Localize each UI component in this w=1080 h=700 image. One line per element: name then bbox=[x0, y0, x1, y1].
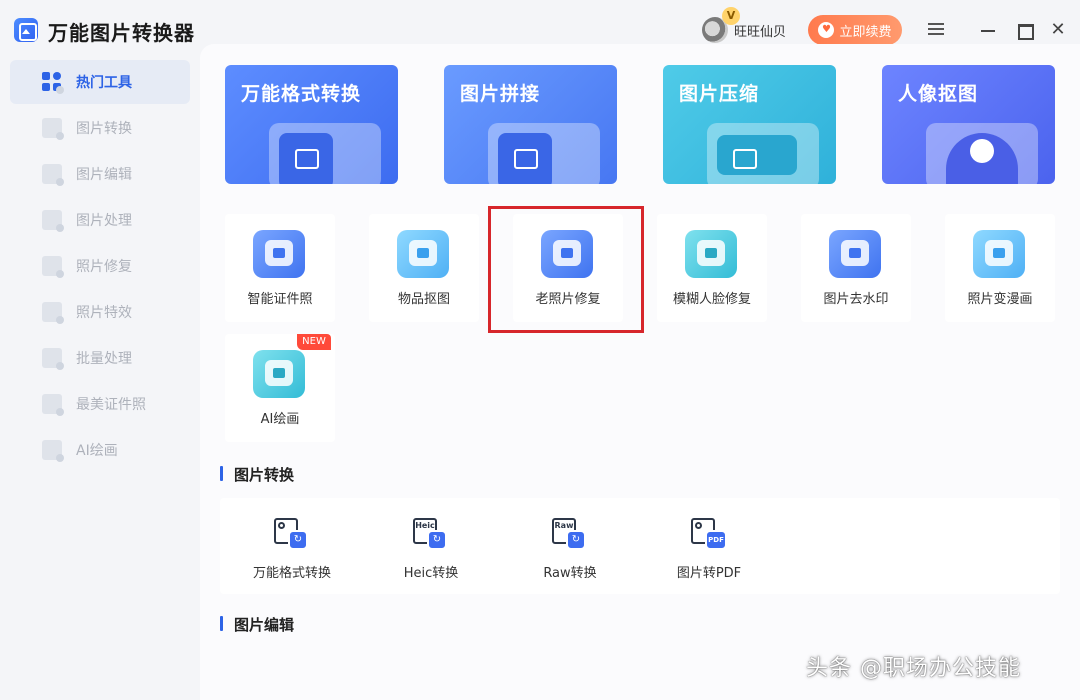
sidebar: 热门工具 图片转换 图片编辑 图片处理 照片修复 照片特效 批量处理 最美证件照… bbox=[0, 60, 200, 700]
image-process-icon bbox=[42, 210, 64, 232]
renew-button[interactable]: ♥ 立即续费 bbox=[808, 15, 902, 45]
main-content: 万能格式转换 图片拼接 图片压缩 人像抠图 智能证件照 物品抠图 老照片修复 模… bbox=[200, 44, 1080, 700]
sidebar-item-ai-drawing[interactable]: AI绘画 bbox=[10, 428, 190, 472]
conv-item-pdf[interactable]: PDF 图片转PDF bbox=[639, 498, 779, 594]
tool-photo-to-cartoon[interactable]: 照片变漫画 bbox=[945, 214, 1055, 322]
user-profile[interactable]: 旺旺仙贝 bbox=[702, 14, 786, 46]
sidebar-item-label: 批量处理 bbox=[76, 351, 132, 367]
tool-label: 物品抠图 bbox=[397, 292, 450, 307]
image-stitch-illustration-icon bbox=[488, 123, 600, 184]
banner-title: 图片拼接 bbox=[460, 83, 541, 105]
app-title: 万能图片转换器 bbox=[48, 21, 195, 45]
photo-effects-icon bbox=[42, 302, 64, 324]
face-download-icon bbox=[685, 230, 737, 278]
tool-remove-watermark[interactable]: 图片去水印 bbox=[801, 214, 911, 322]
tool-label: AI绘画 bbox=[260, 412, 300, 427]
banner-image-compress[interactable]: 图片压缩 bbox=[663, 65, 836, 184]
banner-portrait-cutout[interactable]: 人像抠图 bbox=[882, 65, 1055, 184]
conv-label: Heic转换 bbox=[403, 566, 459, 581]
heic-convert-icon: Heic ↻ bbox=[413, 518, 447, 550]
sidebar-item-image-convert[interactable]: 图片转换 bbox=[10, 106, 190, 150]
sidebar-item-photo-repair[interactable]: 照片修复 bbox=[10, 244, 190, 288]
format-convert-icon: ↻ bbox=[274, 518, 308, 550]
id-card-icon bbox=[253, 230, 305, 278]
banner-format-convert[interactable]: 万能格式转换 bbox=[225, 65, 398, 184]
close-icon[interactable]: ✕ bbox=[1048, 20, 1068, 40]
sidebar-item-batch[interactable]: 批量处理 bbox=[10, 336, 190, 380]
conv-label: 万能格式转换 bbox=[252, 566, 331, 581]
tool-smart-id-photo[interactable]: 智能证件照 bbox=[225, 214, 335, 322]
photo-repair-icon bbox=[42, 256, 64, 278]
sidebar-item-image-process[interactable]: 图片处理 bbox=[10, 198, 190, 242]
ai-pen-icon bbox=[253, 350, 305, 398]
username[interactable]: 旺旺仙贝 bbox=[734, 21, 786, 40]
banner-image-stitch[interactable]: 图片拼接 bbox=[444, 65, 617, 184]
sidebar-item-label: 图片编辑 bbox=[76, 167, 132, 183]
vip-badge: V bbox=[722, 7, 740, 25]
id-photo-icon bbox=[42, 394, 64, 416]
conv-item-heic[interactable]: Heic ↻ Heic转换 bbox=[361, 498, 501, 594]
tool-label: 模糊人脸修复 bbox=[672, 292, 751, 307]
sidebar-item-label: 照片特效 bbox=[76, 305, 132, 321]
portrait-illustration-icon bbox=[926, 123, 1038, 184]
maximize-icon[interactable] bbox=[1014, 20, 1034, 40]
vip-heart-icon: ♥ bbox=[818, 22, 835, 38]
sidebar-item-photo-effects[interactable]: 照片特效 bbox=[10, 290, 190, 334]
section-title-image-edit: 图片编辑 bbox=[220, 614, 294, 635]
conv-item-raw[interactable]: Raw ↻ Raw转换 bbox=[500, 498, 640, 594]
tool-label: 智能证件照 bbox=[247, 292, 313, 307]
sidebar-item-hot-tools[interactable]: 热门工具 bbox=[10, 60, 190, 104]
tool-object-cutout[interactable]: 物品抠图 bbox=[369, 214, 479, 322]
sidebar-item-label: 图片转换 bbox=[76, 121, 132, 137]
tool-label: 照片变漫画 bbox=[967, 292, 1033, 307]
sidebar-item-image-edit[interactable]: 图片编辑 bbox=[10, 152, 190, 196]
sidebar-item-label: 图片处理 bbox=[76, 213, 132, 229]
new-badge: NEW bbox=[297, 334, 331, 350]
sidebar-item-label: 最美证件照 bbox=[76, 397, 146, 413]
banner-title: 人像抠图 bbox=[898, 83, 979, 105]
conv-item-format[interactable]: ↻ 万能格式转换 bbox=[222, 498, 362, 594]
image-edit-icon bbox=[42, 164, 64, 186]
image-convert-illustration-icon bbox=[269, 123, 381, 184]
image-compress-illustration-icon bbox=[707, 123, 819, 184]
banner-title: 图片压缩 bbox=[679, 83, 760, 105]
image-convert-icon bbox=[42, 118, 64, 140]
sidebar-item-id-photo[interactable]: 最美证件照 bbox=[10, 382, 190, 426]
renew-button-label: 立即续费 bbox=[839, 24, 892, 40]
menu-icon[interactable] bbox=[926, 20, 946, 40]
bag-icon bbox=[397, 230, 449, 278]
eraser-icon bbox=[829, 230, 881, 278]
minimize-icon[interactable] bbox=[978, 20, 998, 40]
conv-label: Raw转换 bbox=[543, 566, 597, 581]
sidebar-item-label: AI绘画 bbox=[76, 443, 118, 459]
grid-icon bbox=[42, 72, 64, 94]
raw-convert-icon: Raw ↻ bbox=[552, 518, 586, 550]
cartoon-face-icon bbox=[973, 230, 1025, 278]
pdf-convert-icon: PDF bbox=[691, 518, 727, 550]
banner-title: 万能格式转换 bbox=[241, 83, 362, 105]
conversion-panel: ↻ 万能格式转换 Heic ↻ Heic转换 Raw ↻ Raw转换 PDF 图… bbox=[220, 498, 1060, 594]
tool-label: 图片去水印 bbox=[823, 292, 889, 307]
sidebar-item-label: 热门工具 bbox=[76, 75, 132, 91]
sidebar-item-label: 照片修复 bbox=[76, 259, 132, 275]
batch-icon bbox=[42, 348, 64, 370]
ai-drawing-icon bbox=[42, 440, 64, 462]
app-logo-icon bbox=[14, 18, 38, 42]
watermark: 头条 @职场办公技能 bbox=[806, 656, 1021, 681]
tool-blur-face-repair[interactable]: 模糊人脸修复 bbox=[657, 214, 767, 322]
tool-ai-drawing[interactable]: AI绘画 NEW bbox=[225, 334, 335, 442]
section-title-image-convert: 图片转换 bbox=[220, 464, 294, 485]
highlight-box bbox=[488, 206, 644, 333]
conv-label: 图片转PDF bbox=[676, 566, 742, 581]
